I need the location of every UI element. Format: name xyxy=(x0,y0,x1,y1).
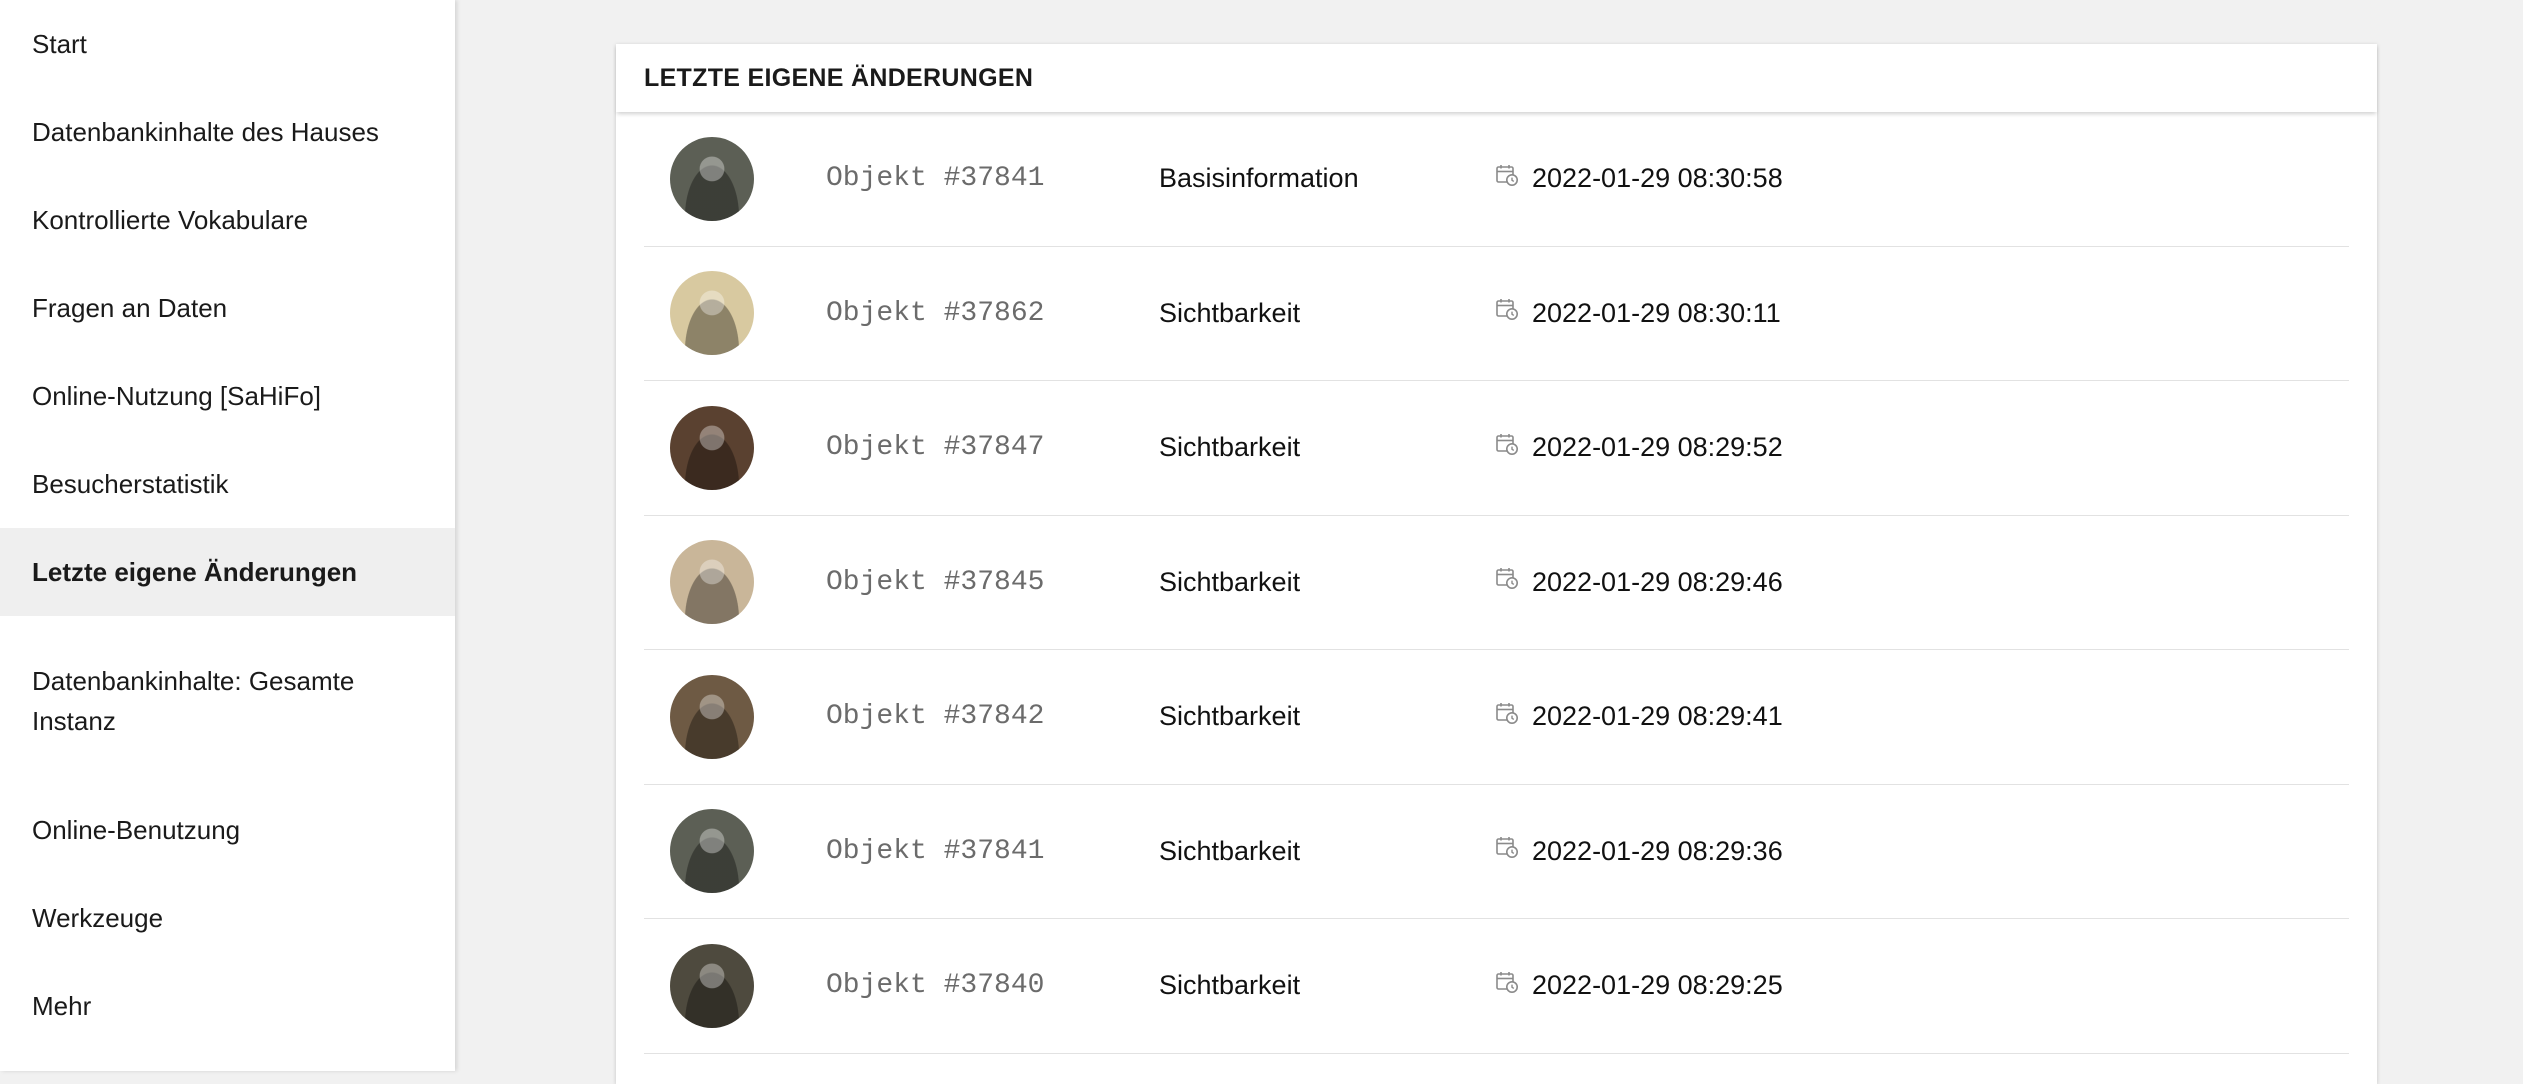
sidebar-item-besucherstatistik[interactable]: Besucherstatistik xyxy=(0,440,455,528)
calendar-clock-icon xyxy=(1495,835,1519,859)
sidebar-item-label: Online-Nutzung [SaHiFo] xyxy=(32,381,322,411)
change-timestamp: 2022-01-29 08:29:41 xyxy=(1532,701,1783,732)
object-id[interactable]: Objekt #37842 xyxy=(826,701,1044,732)
change-timestamp: 2022-01-29 08:30:58 xyxy=(1532,163,1783,194)
changed-section: Basisinformation xyxy=(1159,163,1359,194)
sidebar-item-datenbankinhalte-gesamte-instanz[interactable]: Datenbankinhalte: Gesamte Instanz xyxy=(0,616,455,786)
sidebar-item-label: Letzte eigene Änderungen xyxy=(32,557,358,587)
sidebar-item-label: Fragen an Daten xyxy=(32,293,228,323)
sidebar-item-werkzeuge[interactable]: Werkzeuge xyxy=(0,874,455,962)
table-row[interactable]: Objekt #37840 Sichtbarkeit 2022-01-29 08:2… xyxy=(644,919,2349,1054)
card-title: LETZTE EIGENE ÄNDERUNGEN xyxy=(616,44,2377,112)
sidebar-item-label: Kontrollierte Vokabulare xyxy=(32,205,309,235)
sidebar-item-online-benutzung[interactable]: Online-Benutzung xyxy=(0,786,455,874)
sidebar-item-label: Datenbankinhalte: Gesamte Instanz xyxy=(32,666,355,736)
sidebar-item-label: Start xyxy=(32,29,87,59)
sidebar-item-label: Online-Benutzung xyxy=(32,815,241,845)
change-timestamp: 2022-01-29 08:29:25 xyxy=(1532,970,1783,1001)
object-thumbnail[interactable] xyxy=(670,271,754,356)
table-row[interactable]: Objekt #37841 Sichtbarkeit 2022-01-29 08:2… xyxy=(644,785,2349,919)
table-row[interactable]: Objekt #37841 Basisinformation 2022-01-29 … xyxy=(644,112,2349,247)
changed-section: Sichtbarkeit xyxy=(1159,701,1301,732)
object-thumbnail[interactable] xyxy=(670,136,754,221)
object-thumbnail[interactable] xyxy=(670,809,754,894)
sidebar-item-label: Datenbankinhalte des Hauses xyxy=(32,117,379,147)
calendar-clock-icon xyxy=(1495,297,1519,321)
changes-list: Objekt #37841 Basisinformation 2022-01-29 … xyxy=(616,112,2377,1054)
sidebar-item-datenbankinhalte-des-hauses[interactable]: Datenbankinhalte des Hauses xyxy=(0,88,455,176)
object-thumbnail[interactable] xyxy=(670,674,754,759)
sidebar-item-online-nutzung[interactable]: Online-Nutzung [SaHiFo] xyxy=(0,352,455,440)
object-id[interactable]: Objekt #37847 xyxy=(826,432,1044,463)
object-thumbnail[interactable] xyxy=(670,943,754,1028)
sidebar-item-mehr[interactable]: Mehr xyxy=(0,962,455,1050)
changed-section: Sichtbarkeit xyxy=(1159,432,1301,463)
sidebar-item-label: Mehr xyxy=(32,991,92,1021)
sidebar-nav: Start Datenbankinhalte des Hauses Kontro… xyxy=(0,0,455,1071)
sidebar-item-kontrollierte-vokabulare[interactable]: Kontrollierte Vokabulare xyxy=(0,176,455,264)
calendar-clock-icon xyxy=(1495,701,1519,725)
table-row[interactable]: Objekt #37842 Sichtbarkeit 2022-01-29 08:2… xyxy=(644,650,2349,785)
table-row[interactable]: Objekt #37862 Sichtbarkeit 2022-01-29 08:3… xyxy=(644,247,2349,381)
recent-changes-card: LETZTE EIGENE ÄNDERUNGEN Objekt #37841 Ba… xyxy=(616,44,2377,1084)
calendar-clock-icon xyxy=(1495,566,1519,590)
sidebar-item-label: Werkzeuge xyxy=(32,903,164,933)
object-id[interactable]: Objekt #37845 xyxy=(826,567,1044,598)
sidebar-item-fragen-an-daten[interactable]: Fragen an Daten xyxy=(0,264,455,352)
changed-section: Sichtbarkeit xyxy=(1159,566,1301,597)
object-id[interactable]: Objekt #37840 xyxy=(826,970,1044,1001)
change-timestamp: 2022-01-29 08:29:52 xyxy=(1532,432,1783,463)
sidebar-item-start[interactable]: Start xyxy=(0,0,455,88)
change-timestamp: 2022-01-29 08:29:46 xyxy=(1532,566,1783,597)
object-id[interactable]: Objekt #37841 xyxy=(826,163,1044,194)
changed-section: Sichtbarkeit xyxy=(1159,297,1301,328)
sidebar-item-label: Besucherstatistik xyxy=(32,469,229,499)
table-row[interactable]: Objekt #37845 Sichtbarkeit 2022-01-29 08:2… xyxy=(644,516,2349,650)
object-thumbnail[interactable] xyxy=(670,405,754,490)
changed-section: Sichtbarkeit xyxy=(1159,970,1301,1001)
object-id[interactable]: Objekt #37841 xyxy=(826,836,1044,867)
calendar-clock-icon xyxy=(1495,163,1519,187)
object-thumbnail[interactable] xyxy=(670,540,754,625)
changed-section: Sichtbarkeit xyxy=(1159,835,1301,866)
sidebar-item-letzte-eigene-aenderungen[interactable]: Letzte eigene Änderungen xyxy=(0,528,455,616)
change-timestamp: 2022-01-29 08:30:11 xyxy=(1532,297,1781,328)
calendar-clock-icon xyxy=(1495,432,1519,456)
calendar-clock-icon xyxy=(1495,970,1519,994)
change-timestamp: 2022-01-29 08:29:36 xyxy=(1532,835,1783,866)
table-row[interactable]: Objekt #37847 Sichtbarkeit 2022-01-29 08:2… xyxy=(644,381,2349,516)
object-id[interactable]: Objekt #37862 xyxy=(826,298,1044,329)
